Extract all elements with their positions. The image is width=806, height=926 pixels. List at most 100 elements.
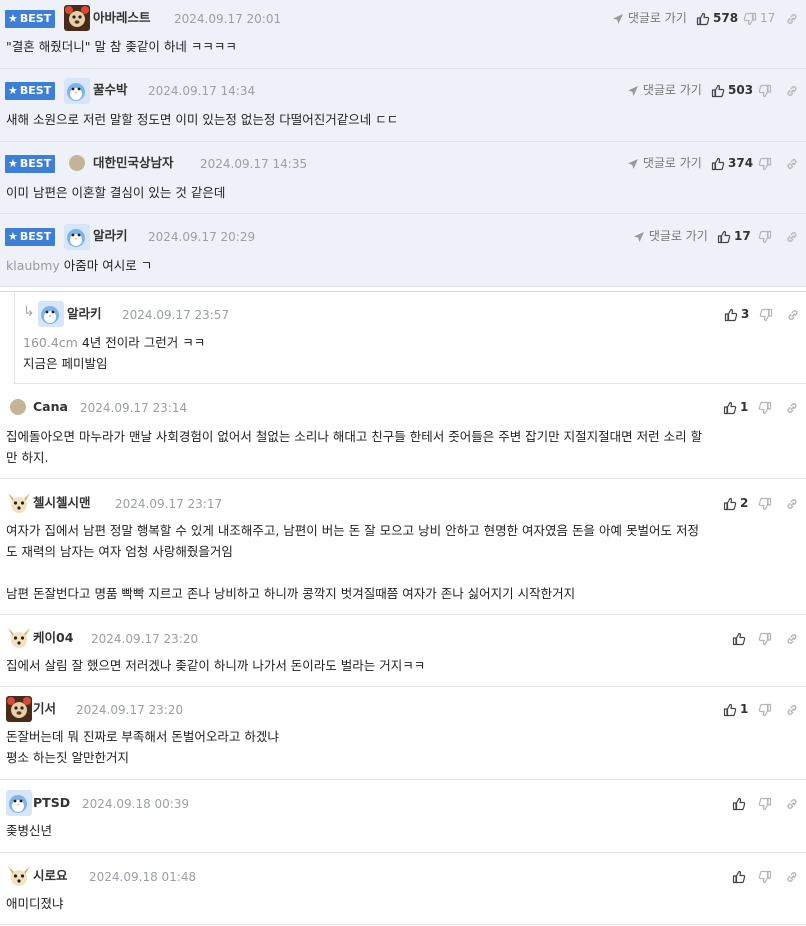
send-icon [633,231,645,243]
bird-avatar[interactable] [6,790,32,816]
upvote-button[interactable]: 374 [711,153,753,173]
comment-text: klaubmy 아줌마 여시로 ㄱ [6,255,796,276]
comment-text-line2: 지금은 페미발임 [23,356,108,371]
share-link-button[interactable] [785,8,799,28]
link-icon [785,157,799,171]
share-link-button[interactable] [785,493,799,513]
downvote-button[interactable] [758,80,772,100]
nickname[interactable]: 아바레스트 [93,9,151,27]
downvote-button[interactable] [759,304,773,324]
nickname[interactable]: 알라키 [93,227,128,245]
comment-text: 애미디졌냐 [6,896,64,911]
upvote-button[interactable]: 503 [711,80,753,100]
bird-avatar[interactable] [64,224,90,250]
bear-avatar[interactable] [64,5,90,31]
best-badge-label: BEST [19,84,52,97]
best-badge: ★ BEST [5,155,55,173]
reply-go-label: 댓글로 가기 [642,156,702,170]
dot-avatar[interactable] [68,154,86,172]
best-badge-label: BEST [19,12,52,25]
nickname[interactable]: 기서 [33,700,56,718]
best-comment: ★ BEST 아바레스트 2024.09.17 20:01 댓글로 가기 578 … [0,0,806,69]
upvote-count: 3 [741,307,750,321]
comment: Cana 2024.09.17 23:14 1 집에돌아오면 마누라가 맨날 사… [0,384,806,479]
upvote-button[interactable] [732,628,746,648]
nickname[interactable]: Cana [33,398,68,416]
downvote-button[interactable] [758,628,772,648]
upvote-button[interactable]: 2 [723,493,748,513]
share-link-button[interactable] [785,226,799,246]
reply-go-button[interactable]: 댓글로 가기 [627,80,702,100]
share-link-button[interactable] [785,699,799,719]
link-icon [785,632,799,646]
dot-avatar[interactable] [9,398,27,416]
downvote-button[interactable] [758,226,772,246]
dog-avatar[interactable] [6,863,32,889]
bird-avatar[interactable] [64,78,90,104]
star-icon: ★ [8,84,18,97]
thumb-down-icon [758,157,772,171]
bear-avatar[interactable] [6,696,32,722]
upvote-button[interactable] [732,866,746,886]
best-comment: ★ BEST 알라키 2024.09.17 20:29 댓글로 가기 17 kla… [0,214,806,287]
upvote-button[interactable]: 1 [723,699,748,719]
comment: PTSD 2024.09.18 00:39 좆병신년 [0,780,806,853]
share-link-button[interactable] [785,628,799,648]
share-link-button[interactable] [785,397,799,417]
bird-avatar[interactable] [38,301,64,327]
upvote-button[interactable]: 17 [717,226,751,246]
downvote-button[interactable] [758,793,772,813]
comment-date: 2024.09.17 23:14 [80,401,188,415]
thumb-down-icon [743,12,757,26]
best-badge: ★ BEST [5,10,55,28]
thumb-down-icon [758,632,772,646]
comment-text-line2: 도 재력의 남자는 여자 엄청 사랑해줬을거임 [6,544,233,559]
thumb-up-icon [723,703,737,717]
upvote-button[interactable]: 578 [696,8,738,28]
nickname[interactable]: PTSD [33,794,70,812]
downvote-button[interactable] [758,493,772,513]
send-icon [627,85,639,97]
reply-go-button[interactable]: 댓글로 가기 [612,8,687,28]
comment-date: 2024.09.17 14:34 [148,84,256,98]
nickname[interactable]: 대한민국상남자 [93,154,174,172]
upvote-button[interactable] [732,793,746,813]
downvote-button[interactable] [758,699,772,719]
share-link-button[interactable] [785,866,799,886]
downvote-button[interactable] [758,153,772,173]
nickname[interactable]: 시로요 [33,867,68,885]
comment-text: 좆병신년 [6,823,53,838]
upvote-button[interactable]: 3 [724,304,749,324]
downvote-button[interactable]: 17 [743,8,775,28]
comment: 첼시첼시맨 2024.09.17 23:17 2 여자가 집에서 남편 정말 행… [0,479,806,615]
comment-text: 집에돌아오면 마누라가 맨날 사회경험이 없어서 철없는 소리나 해대고 친구들… [6,429,703,444]
thumb-up-icon [732,797,746,811]
upvote-button[interactable]: 1 [723,397,748,417]
reply-go-button[interactable]: 댓글로 가기 [627,153,702,173]
thumb-down-icon [758,870,772,884]
link-icon [785,12,799,26]
comment-text: 돈잘버는데 뭐 진짜로 부족해서 돈벌어오라고 하겠냐 [6,729,279,744]
reply-go-button[interactable]: 댓글로 가기 [633,226,708,246]
thumb-down-icon [759,308,773,322]
link-icon [785,703,799,717]
link-icon [786,308,800,322]
downvote-button[interactable] [758,397,772,417]
nickname[interactable]: 알라키 [67,305,102,323]
nickname[interactable]: 꿀수박 [93,81,128,99]
nickname[interactable]: 첼시첼시맨 [33,494,91,512]
share-link-button[interactable] [785,793,799,813]
nickname[interactable]: 케이04 [33,629,73,647]
dog-avatar[interactable] [6,625,32,651]
downvote-button[interactable] [758,866,772,886]
comment: 시로요 2024.09.18 01:48 애미디졌냐 [0,853,806,925]
share-link-button[interactable] [785,153,799,173]
link-icon [785,870,799,884]
comment-date: 2024.09.17 23:20 [91,632,199,646]
dog-avatar[interactable] [6,490,32,516]
share-link-button[interactable] [786,304,800,324]
best-badge: ★ BEST [5,228,55,246]
share-link-button[interactable] [785,80,799,100]
thumb-down-icon [758,84,772,98]
best-comment: ★ BEST 꿀수박 2024.09.17 14:34 댓글로 가기 503 새해… [0,69,806,142]
